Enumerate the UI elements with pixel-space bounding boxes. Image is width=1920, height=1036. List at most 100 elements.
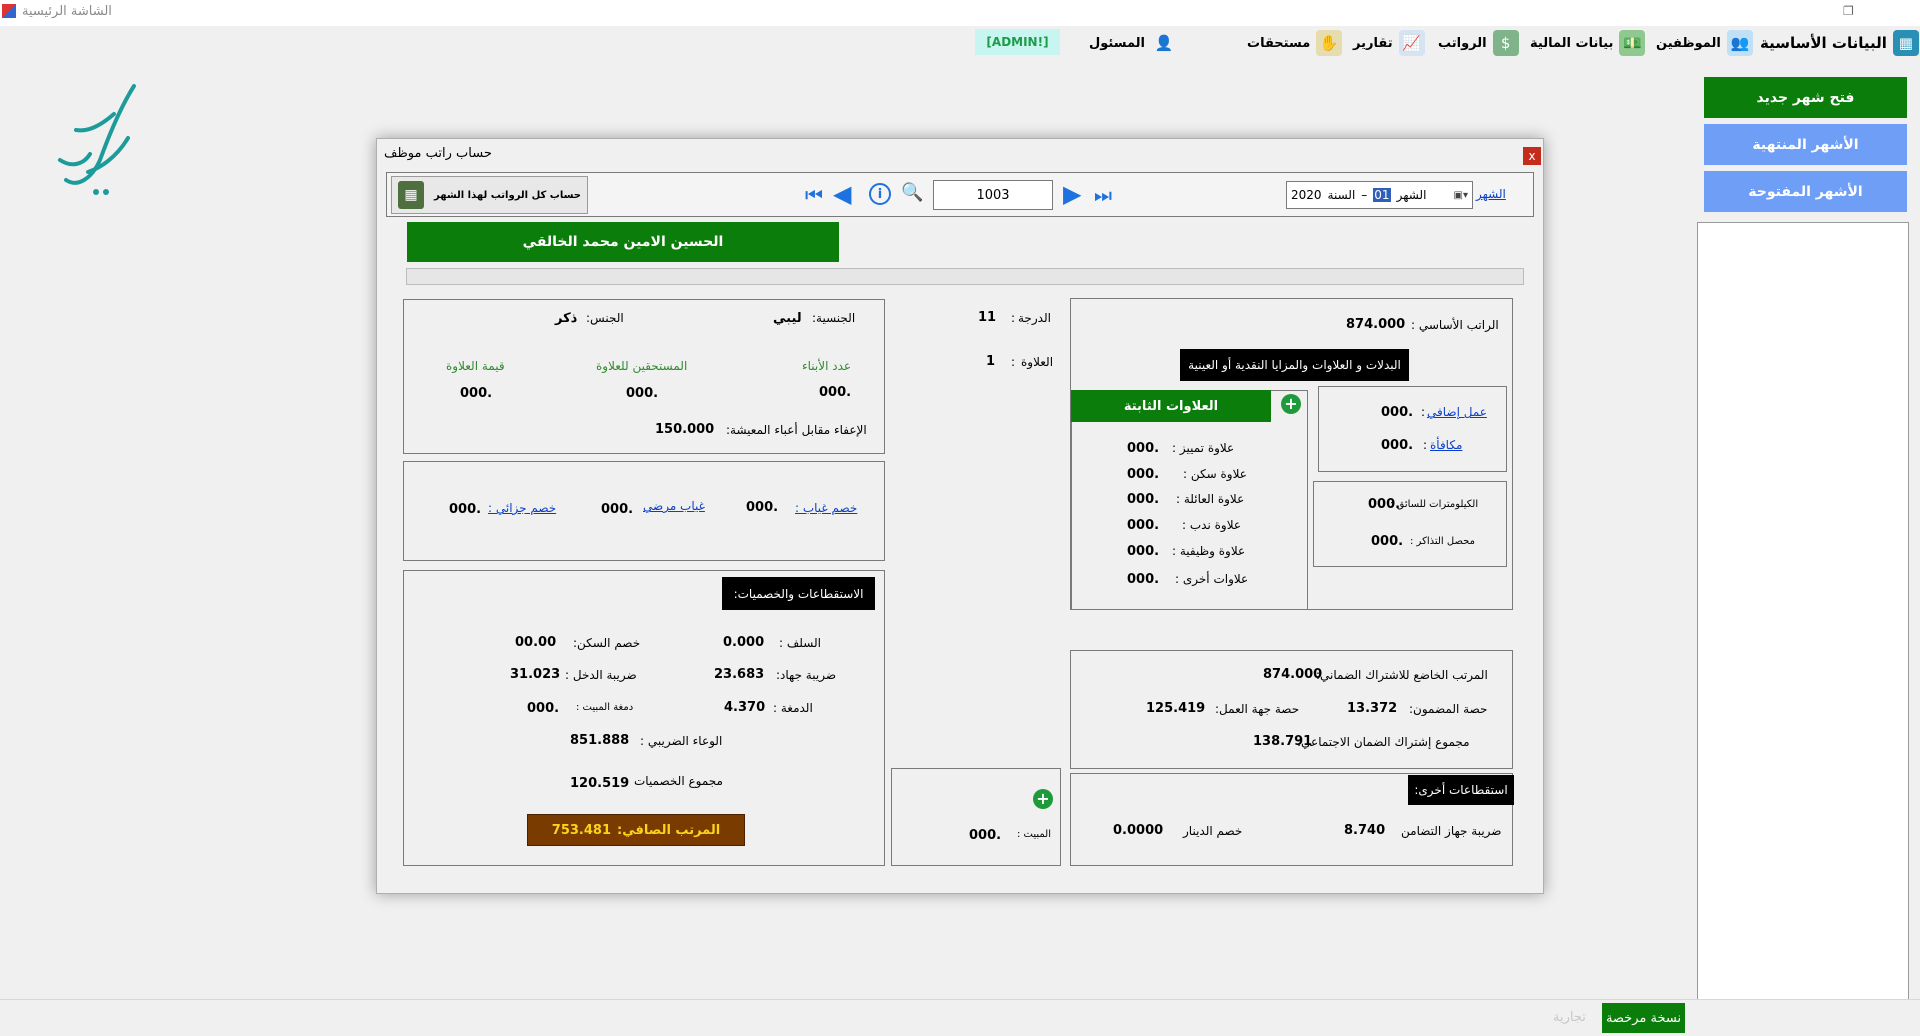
overtime-colon: : xyxy=(1421,405,1426,419)
grade-value: 11 xyxy=(978,310,997,325)
brand-logo xyxy=(30,68,150,198)
partial-link[interactable]: خصم جزائي : xyxy=(488,501,556,515)
search-icon[interactable]: 🔍 xyxy=(901,182,923,203)
basic-salary-label: الراتب الأساسي : xyxy=(1411,318,1499,332)
calculator-icon: ▦ xyxy=(398,181,424,209)
allowance-amount-value: 000. xyxy=(460,386,493,401)
basic-salary-value: 874.000 xyxy=(1346,317,1406,332)
allowance-amount-label: قيمة العلاوة xyxy=(446,359,505,373)
last-record-icon[interactable]: ⏭ xyxy=(1094,183,1112,207)
months-list-panel[interactable] xyxy=(1697,222,1909,1010)
subject-salary-value: 874.000 xyxy=(1263,667,1323,682)
grade-label: الدرجة xyxy=(1018,311,1051,325)
hand-coin-icon: ✋ xyxy=(1316,30,1343,56)
employer-share-value: 125.419 xyxy=(1146,701,1206,716)
calc-all-label: حساب كل الرواتب لهذا الشهر xyxy=(434,189,581,201)
housing-label: خصم السكن: xyxy=(573,636,641,650)
fixed-value-4: 000. xyxy=(1127,544,1160,559)
overtime-box xyxy=(1318,386,1507,472)
eligible-value: 000. xyxy=(626,386,659,401)
menu-employees[interactable]: 👥 الموظفين xyxy=(1656,26,1753,60)
add-overnight-icon[interactable]: + xyxy=(1033,789,1053,809)
fixed-label-1: علاوة سكن : xyxy=(1183,467,1247,481)
absence-link[interactable]: خصم غياب : xyxy=(795,501,857,515)
add-allowance-icon[interactable]: + xyxy=(1281,394,1301,414)
gender-label: الجنس: xyxy=(586,311,624,325)
fixed-value-2: 000. xyxy=(1127,492,1160,507)
allowance-label: العلاوة xyxy=(1021,355,1054,369)
fixed-label-2: علاوة العائلة : xyxy=(1176,492,1245,506)
restore-icon[interactable]: ❐ xyxy=(1843,4,1854,18)
employee-number-input[interactable]: 1003 xyxy=(933,180,1053,210)
overnight-stamp-value: 000. xyxy=(527,701,560,716)
user-icon: 👤 xyxy=(1154,34,1174,52)
fixed-allowances-header: العلاوات الثابتة xyxy=(1071,390,1271,422)
year-value: 2020 xyxy=(1291,188,1322,202)
allowance-value: 1 xyxy=(986,354,996,369)
jihad-label: ضريبة جهاد: xyxy=(776,668,837,682)
employee-name-banner: الحسين الامين محمد الخالقي xyxy=(407,222,839,262)
overnight-label: المبيت : xyxy=(1017,829,1052,840)
open-months-button[interactable]: الأشهر المفتوحة xyxy=(1704,171,1907,212)
admin-badge: [ADMIN!] xyxy=(975,29,1060,55)
month-value[interactable]: 01 xyxy=(1373,188,1391,202)
license-faded-label: تجارية xyxy=(1553,1010,1586,1025)
grid-icon: ▦ xyxy=(1892,30,1919,56)
previous-record-icon[interactable]: ◀ xyxy=(833,180,851,208)
month-link[interactable]: الشهر xyxy=(1476,187,1506,201)
people-icon: 👥 xyxy=(1726,30,1753,56)
dinar-deduction-value: 0.0000 xyxy=(1113,823,1164,838)
dialog-close-button[interactable]: x xyxy=(1523,147,1541,165)
closed-months-button[interactable]: الأشهر المنتهية xyxy=(1704,124,1907,165)
loans-label: السلف : xyxy=(779,636,821,650)
fixed-value-0: 000. xyxy=(1127,441,1160,456)
calc-all-button[interactable]: ▦ حساب كل الرواتب لهذا الشهر xyxy=(391,176,588,214)
bonus-colon: : xyxy=(1423,438,1428,452)
total-deductions-value: 120.519 xyxy=(570,776,630,791)
fixed-label-4: علاوة وظيفية : xyxy=(1172,544,1246,558)
open-new-month-button[interactable]: فتح شهر جديد xyxy=(1704,77,1907,118)
next-record-icon[interactable]: ▶ xyxy=(1063,180,1081,208)
info-icon[interactable]: i xyxy=(869,183,891,205)
stamp-value: 4.370 xyxy=(724,700,766,715)
title-bar xyxy=(0,0,1920,26)
gender-value: ذكر xyxy=(555,311,578,326)
income-tax-label: ضريبة الدخل : xyxy=(565,668,637,682)
menu-responsible[interactable]: 👤 المسئول xyxy=(1089,26,1177,60)
bonus-value: 000. xyxy=(1381,438,1414,453)
progress-bar xyxy=(406,268,1524,285)
first-record-icon[interactable]: ⏮ xyxy=(805,183,823,207)
menu-financial[interactable]: 💵 بيانات المالية xyxy=(1530,26,1646,60)
deductions-header: الاستقطاعات والخصميات: xyxy=(722,577,875,610)
exemption-label: الإعفاء مقابل أعباء المعيشة: xyxy=(726,423,867,437)
social-total-label: مجموع إشتراك الضمان الاجتماعي: xyxy=(1297,735,1470,749)
menu-basic-data[interactable]: ▦ البيانات الأساسية xyxy=(1760,26,1919,60)
overtime-link[interactable]: عمل إضافي xyxy=(1427,405,1487,419)
fixed-value-3: 000. xyxy=(1127,518,1160,533)
nationality-label: الجنسية: xyxy=(812,311,856,325)
net-salary-value: 753.481 xyxy=(551,822,612,838)
allowance-colon: : xyxy=(1011,355,1016,369)
subject-salary-label: المرتب الخاضع للاشتراك الضماني: xyxy=(1316,668,1488,682)
bonus-link[interactable]: مكافأة xyxy=(1430,438,1462,452)
calendar-dropdown-icon[interactable]: ▣▾ xyxy=(1454,190,1468,201)
menu-reports[interactable]: 📈 تقارير xyxy=(1353,26,1425,60)
tickets-value: 000. xyxy=(1371,534,1404,549)
overnight-value: 000. xyxy=(969,828,1002,843)
license-badge: نسخة مرخصة xyxy=(1602,1003,1685,1033)
overtime-value: 000. xyxy=(1381,405,1414,420)
sick-link[interactable]: غياب مرضي xyxy=(643,499,705,513)
menu-salaries[interactable]: $ الرواتب xyxy=(1438,26,1519,60)
benefits-header: البدلات و العلاوات والمزايا النقدية أو ا… xyxy=(1180,349,1409,381)
tax-base-label: الوعاء الضريبي : xyxy=(640,734,723,748)
other-deductions-header: استقطاعات أخرى: xyxy=(1408,775,1514,805)
loans-value: 0.000 xyxy=(723,635,765,650)
fixed-label-3: علاوة ندب : xyxy=(1182,518,1242,532)
exemption-value: 150.000 xyxy=(655,422,715,437)
solidarity-tax-value: 8.740 xyxy=(1344,823,1386,838)
children-label: عدد الأبناء xyxy=(802,359,852,373)
menu-dues[interactable]: ✋ مستحقات xyxy=(1247,26,1343,60)
month-picker[interactable]: 2020 السنة – 01 الشهر ▣▾ xyxy=(1286,181,1473,209)
chart-icon: 📈 xyxy=(1398,30,1425,56)
overnight-box xyxy=(891,768,1061,866)
